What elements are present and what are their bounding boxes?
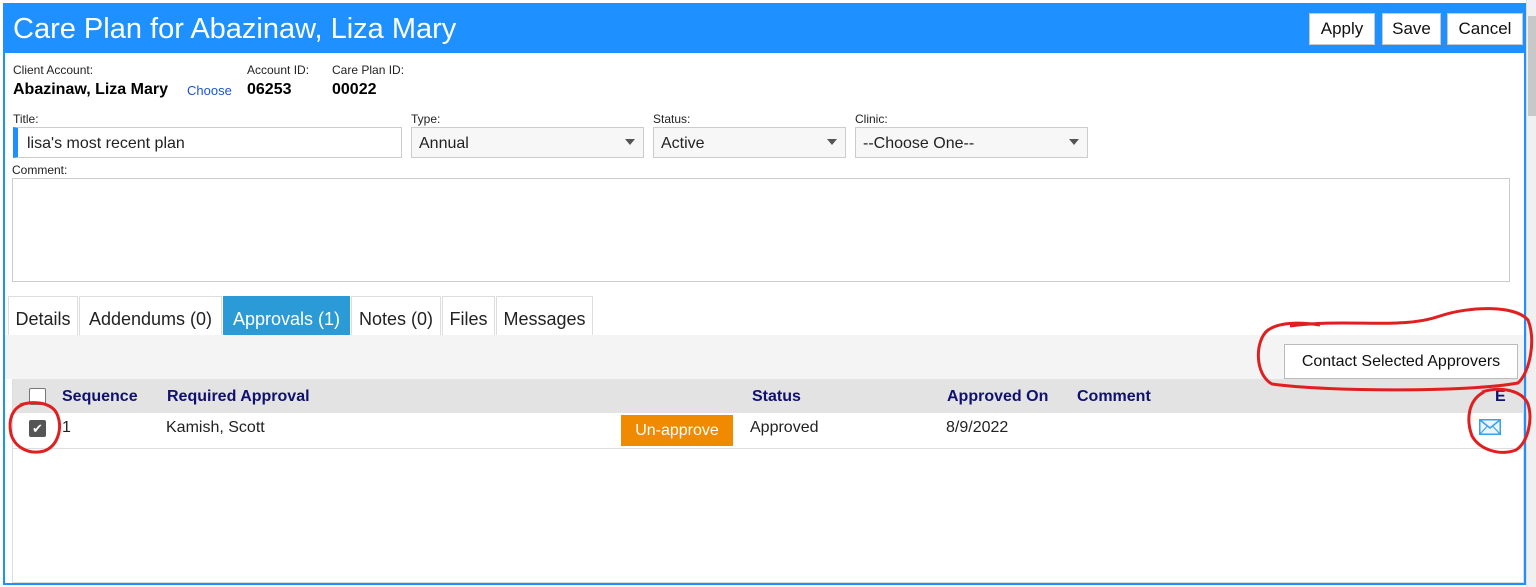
title-bar: Care Plan for Abazinaw, Liza Mary Apply … xyxy=(3,3,1526,53)
comment-label: Comment: xyxy=(12,163,68,177)
title-input[interactable]: lisa's most recent plan xyxy=(13,127,402,158)
row-status: Approved xyxy=(750,419,819,436)
column-header-sequence[interactable]: Sequence xyxy=(62,388,138,406)
approvals-grid: Sequence Required Approval Status Approv… xyxy=(12,379,1524,583)
row-required-approval: Kamish, Scott xyxy=(166,419,265,436)
tab-details[interactable]: Details xyxy=(8,296,78,335)
column-header-email[interactable]: E xyxy=(1495,388,1506,406)
contact-selected-approvers-button[interactable]: Contact Selected Approvers xyxy=(1284,344,1518,379)
care-plan-id-label: Care Plan ID: xyxy=(332,63,405,77)
row-sequence: 1 xyxy=(62,419,71,436)
checkmark-icon: ✔ xyxy=(32,421,43,436)
tab-notes[interactable]: Notes (0) xyxy=(351,296,441,335)
row-select-checkbox[interactable]: ✔ xyxy=(29,420,46,437)
select-all-checkbox[interactable] xyxy=(29,388,46,405)
tab-files[interactable]: Files xyxy=(442,296,495,335)
comment-textarea[interactable] xyxy=(12,178,1510,282)
save-button[interactable]: Save xyxy=(1382,13,1441,45)
tab-addendums[interactable]: Addendums (0) xyxy=(79,296,222,335)
type-label: Type: xyxy=(411,112,441,126)
account-id-value: 06253 xyxy=(247,81,292,98)
clinic-label: Clinic: xyxy=(855,112,888,126)
table-row[interactable]: ✔ 1 Kamish, Scott Un-approve Approved 8/… xyxy=(13,413,1523,449)
status-select[interactable]: Active xyxy=(653,127,846,158)
choose-client-link[interactable]: Choose xyxy=(187,83,232,98)
approvals-panel: Contact Selected Approvers Sequence Requ… xyxy=(5,335,1524,583)
scrollbar-thumb[interactable] xyxy=(1528,16,1536,116)
approvals-toolbar: Contact Selected Approvers xyxy=(5,335,1524,379)
column-header-status[interactable]: Status xyxy=(752,388,801,406)
tab-messages[interactable]: Messages xyxy=(496,296,593,335)
window-title: Care Plan for Abazinaw, Liza Mary xyxy=(13,13,457,45)
clinic-select[interactable]: --Choose One-- xyxy=(855,127,1088,158)
clinic-select-value: --Choose One-- xyxy=(863,135,975,152)
title-label: Title: xyxy=(13,112,39,126)
status-label: Status: xyxy=(653,112,691,126)
chevron-down-icon xyxy=(827,139,837,145)
column-header-approved-on[interactable]: Approved On xyxy=(947,388,1048,406)
type-select-value: Annual xyxy=(419,135,469,152)
account-id-label: Account ID: xyxy=(247,63,310,77)
type-select[interactable]: Annual xyxy=(411,127,644,158)
row-approved-on: 8/9/2022 xyxy=(946,419,1009,436)
column-header-required-approval[interactable]: Required Approval xyxy=(167,388,310,406)
grid-header: Sequence Required Approval Status Approv… xyxy=(13,379,1523,413)
status-select-value: Active xyxy=(661,135,705,152)
tab-approvals[interactable]: Approvals (1) xyxy=(223,296,350,335)
envelope-icon[interactable] xyxy=(1479,419,1501,435)
vertical-scrollbar[interactable] xyxy=(1526,0,1536,587)
cancel-button[interactable]: Cancel xyxy=(1447,13,1523,45)
client-account-label: Client Account: xyxy=(13,63,94,77)
client-name: Abazinaw, Liza Mary xyxy=(13,81,168,98)
column-header-comment[interactable]: Comment xyxy=(1077,388,1151,406)
chevron-down-icon xyxy=(1069,139,1079,145)
un-approve-button[interactable]: Un-approve xyxy=(621,415,733,446)
apply-button[interactable]: Apply xyxy=(1309,13,1375,45)
care-plan-id-value: 00022 xyxy=(332,81,377,98)
chevron-down-icon xyxy=(625,139,635,145)
